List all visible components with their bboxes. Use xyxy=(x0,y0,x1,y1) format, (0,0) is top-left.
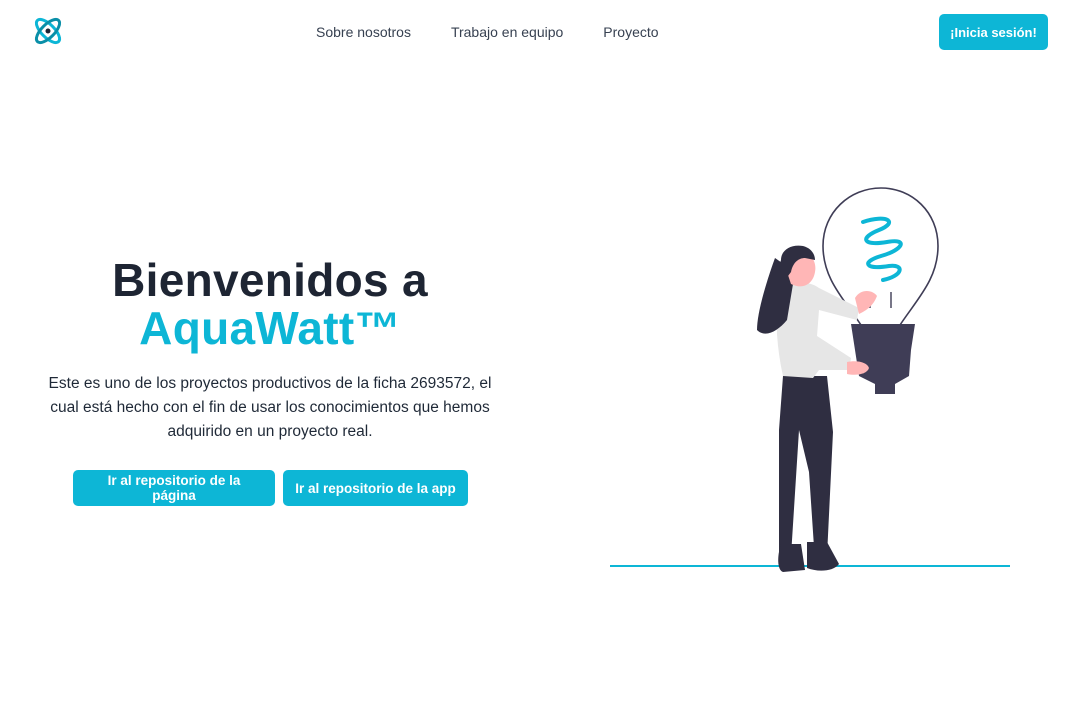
hero-buttons: Ir al repositorio de la página Ir al rep… xyxy=(73,470,468,506)
main-nav: Sobre nosotros Trabajo en equipo Proyect… xyxy=(316,22,659,42)
woman-holding-lightbulb-illustration xyxy=(610,187,1010,572)
nav-link-trabajo-en-equipo[interactable]: Trabajo en equipo xyxy=(451,22,563,42)
hero-section: Bienvenidos a AquaWatt™ Este es uno de l… xyxy=(40,256,500,444)
hero-title-line1: Bienvenidos a xyxy=(112,254,428,306)
navbar: Sobre nosotros Trabajo en equipo Proyect… xyxy=(0,0,1078,64)
nav-link-sobre-nosotros[interactable]: Sobre nosotros xyxy=(316,22,411,42)
page-repo-button[interactable]: Ir al repositorio de la página xyxy=(73,470,275,506)
nav-link-proyecto[interactable]: Proyecto xyxy=(603,22,658,42)
app-repo-button[interactable]: Ir al repositorio de la app xyxy=(283,470,468,506)
atom-logo-icon[interactable] xyxy=(31,14,65,48)
hero-description: Este es uno de los proyectos productivos… xyxy=(48,375,492,440)
brand-name: AquaWatt™ xyxy=(139,302,401,354)
hero-title: Bienvenidos a AquaWatt™ xyxy=(40,256,500,352)
login-button[interactable]: ¡Inicia sesión! xyxy=(939,14,1048,50)
